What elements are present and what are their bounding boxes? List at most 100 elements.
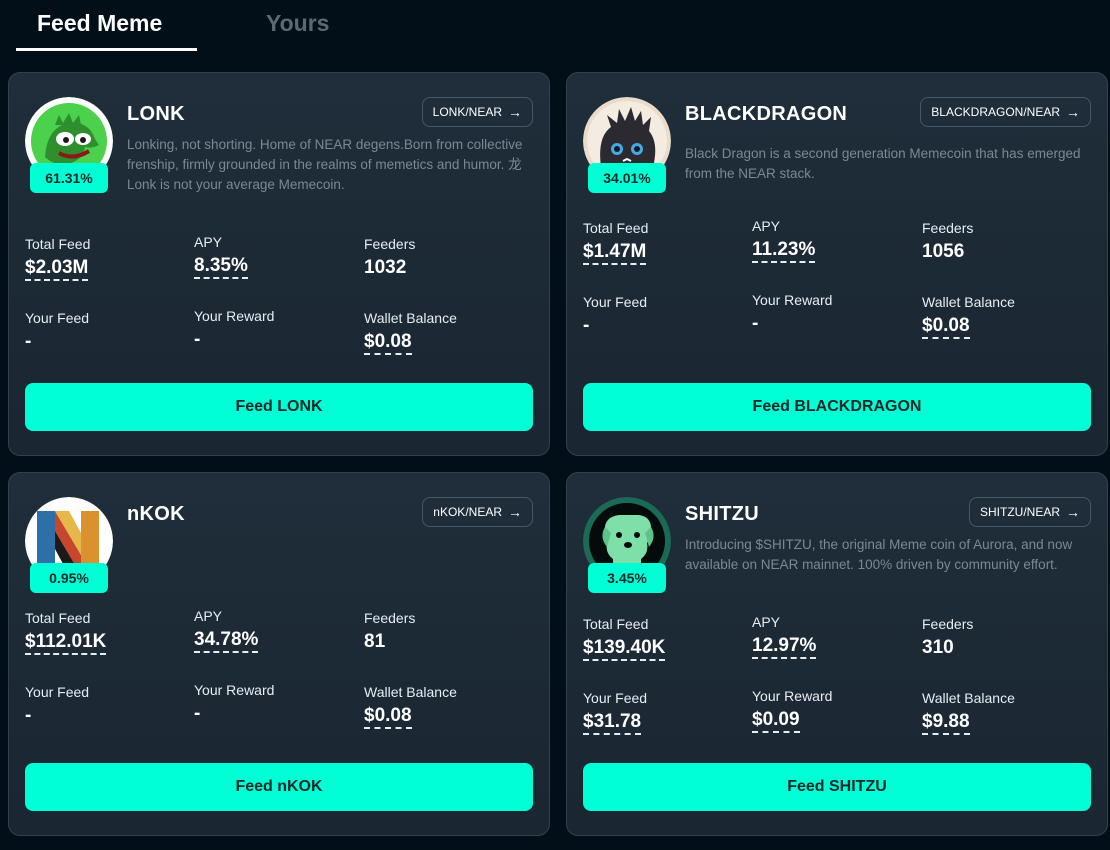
stat-value: -	[583, 315, 590, 336]
stat-total-feed: Total Feed $2.03M	[25, 236, 90, 281]
pair-link-button[interactable]: BLACKDRAGON/NEAR →	[920, 97, 1091, 127]
stat-total-feed: Total Feed $139.40K	[583, 616, 666, 661]
stat-feeders: Feeders 310	[922, 616, 973, 659]
stat-label: Total Feed	[583, 220, 649, 236]
stat-value: $9.88	[922, 711, 970, 735]
stat-label: Your Feed	[25, 310, 90, 326]
stat-label: Your Reward	[752, 688, 833, 704]
pair-link-button[interactable]: nKOK/NEAR →	[422, 497, 533, 527]
stat-label: APY	[752, 614, 781, 630]
stat-label: Total Feed	[583, 616, 649, 632]
arrow-right-icon: →	[508, 504, 522, 520]
stat-value: -	[25, 705, 32, 726]
meme-card-lonk: 61.31% LONK LONK/NEAR → Lonking, not sho…	[8, 72, 550, 456]
pair-label: BLACKDRAGON/NEAR	[931, 105, 1060, 119]
arrow-right-icon: →	[1066, 104, 1080, 120]
token-name: LONK	[127, 103, 185, 125]
percentage-badge: 3.45%	[588, 563, 666, 593]
stat-value: $0.09	[752, 709, 800, 733]
percentage-badge: 61.31%	[30, 163, 108, 193]
stat-label: Wallet Balance	[364, 684, 457, 700]
stat-label: Feeders	[922, 616, 974, 632]
stat-your-feed: Your Feed -	[25, 310, 89, 353]
stat-value: $0.08	[922, 315, 970, 339]
token-description: Black Dragon is a second generation Meme…	[685, 146, 1081, 181]
stat-your-reward: Your Reward -	[194, 308, 274, 351]
arrow-right-icon: →	[508, 104, 522, 120]
stat-label: Your Reward	[194, 682, 275, 698]
stat-label: Your Reward	[752, 292, 833, 308]
stat-your-reward: Your Reward -	[752, 292, 832, 335]
stat-total-feed: Total Feed $1.47M	[583, 220, 648, 265]
meme-card-shitzu: 3.45% SHITZU SHITZU/NEAR → Introducing $…	[566, 472, 1108, 836]
stat-value: -	[194, 329, 201, 350]
stat-your-reward: Your Reward $0.09	[752, 688, 832, 733]
feed-button[interactable]: Feed BLACKDRAGON	[583, 383, 1091, 431]
stat-wallet-balance: Wallet Balance $0.08	[364, 684, 457, 729]
stat-wallet-balance: Wallet Balance $0.08	[364, 310, 457, 355]
stat-value: 11.23%	[752, 239, 816, 263]
tab-yours[interactable]: Yours	[266, 10, 329, 37]
stat-value: $2.03M	[25, 257, 89, 281]
feed-button[interactable]: Feed LONK	[25, 383, 533, 431]
stat-value: 8.35%	[194, 255, 248, 279]
stat-value: $0.08	[364, 705, 412, 729]
stat-value: -	[25, 331, 32, 352]
stat-value: -	[752, 313, 759, 334]
stat-label: Wallet Balance	[364, 310, 457, 326]
stat-label: APY	[194, 608, 223, 624]
stat-value: 1032	[364, 257, 407, 278]
token-description: Introducing $SHITZU, the original Meme c…	[685, 537, 1073, 572]
stat-value: 12.97%	[752, 635, 817, 659]
stat-value: 1056	[922, 241, 965, 262]
stat-label: Wallet Balance	[922, 294, 1015, 310]
pair-label: LONK/NEAR	[432, 105, 502, 119]
stat-feeders: Feeders 1056	[922, 220, 973, 263]
stat-value: $0.08	[364, 331, 412, 355]
stat-feeders: Feeders 1032	[364, 236, 415, 279]
feed-button[interactable]: Feed SHITZU	[583, 763, 1091, 811]
stat-label: Total Feed	[25, 610, 91, 626]
token-name: nKOK	[127, 503, 185, 525]
stat-apy: APY 12.97%	[752, 614, 817, 659]
stat-label: Feeders	[364, 610, 416, 626]
stat-total-feed: Total Feed $112.01K	[25, 610, 107, 655]
stat-label: Your Feed	[583, 690, 648, 706]
pair-link-button[interactable]: LONK/NEAR →	[421, 97, 533, 127]
token-name: SHITZU	[685, 503, 760, 525]
stat-value: $139.40K	[583, 637, 666, 661]
stat-value: $1.47M	[583, 241, 647, 265]
stat-wallet-balance: Wallet Balance $9.88	[922, 690, 1015, 735]
stat-label: APY	[194, 234, 223, 250]
stat-apy: APY 34.78%	[194, 608, 259, 653]
stat-label: Your Feed	[583, 294, 648, 310]
stat-label: Your Feed	[25, 684, 90, 700]
percentage-badge: 34.01%	[588, 163, 666, 193]
stat-label: Feeders	[364, 236, 416, 252]
stat-your-feed: Your Feed -	[25, 684, 89, 727]
stat-label: APY	[752, 218, 781, 234]
stat-your-feed: Your Feed $31.78	[583, 690, 647, 735]
stat-apy: APY 8.35%	[194, 234, 248, 279]
tab-bar: Feed Meme Yours	[0, 0, 1110, 60]
pair-label: SHITZU/NEAR	[979, 505, 1060, 519]
stat-feeders: Feeders 81	[364, 610, 415, 653]
stat-label: Wallet Balance	[922, 690, 1015, 706]
stat-value: 310	[922, 637, 954, 658]
pair-label: nKOK/NEAR	[433, 505, 502, 519]
stat-your-feed: Your Feed -	[583, 294, 647, 337]
tab-feed-meme[interactable]: Feed Meme	[37, 10, 162, 37]
stat-label: Your Reward	[194, 308, 275, 324]
stat-your-reward: Your Reward -	[194, 682, 274, 725]
feed-button[interactable]: Feed nKOK	[25, 763, 533, 811]
meme-card-blackdragon: 34.01% BLACKDRAGON BLACKDRAGON/NEAR → Bl…	[566, 72, 1108, 456]
stat-wallet-balance: Wallet Balance $0.08	[922, 294, 1015, 339]
stat-value: $112.01K	[25, 631, 107, 655]
pair-link-button[interactable]: SHITZU/NEAR →	[968, 497, 1091, 527]
percentage-badge: 0.95%	[30, 563, 108, 593]
stat-value: $31.78	[583, 711, 642, 735]
stat-apy: APY 11.23%	[752, 218, 816, 263]
stat-label: Total Feed	[25, 236, 91, 252]
arrow-right-icon: →	[1066, 504, 1080, 520]
token-description: Lonking, not shorting. Home of NEAR dege…	[127, 137, 523, 192]
